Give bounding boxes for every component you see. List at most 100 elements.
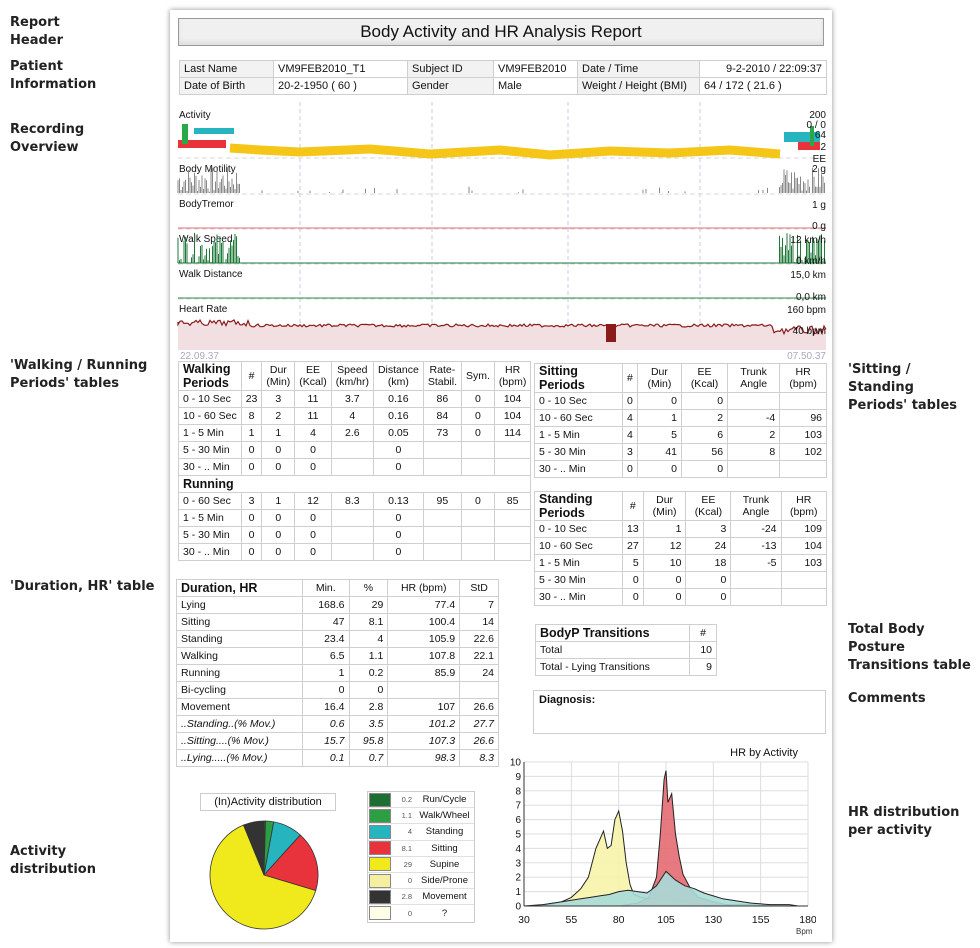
walking-cell: 0.16 bbox=[372, 407, 424, 425]
standing-cell: 18 bbox=[685, 554, 732, 572]
duration-cell: 26.6 bbox=[459, 732, 499, 750]
legend-name: Movement bbox=[422, 891, 467, 903]
walking-cell: 3.7 bbox=[330, 390, 374, 408]
overview-scale-label: 15,0 km bbox=[790, 270, 826, 281]
walking-running-table: Walking Periods # Dur (Min) EE (Kcal) Speed … bbox=[177, 361, 532, 561]
heart-rate-dip bbox=[606, 324, 616, 342]
walking-cell: 8 bbox=[240, 407, 263, 425]
weight-value: 64 / 172 ( 21.6 ) bbox=[699, 77, 827, 95]
duration-cell: 85.9 bbox=[387, 664, 461, 682]
walking-cell bbox=[422, 458, 462, 476]
standing-row: 30 - .. Min 0 0 0 bbox=[534, 588, 828, 606]
running-row-label: 0 - 60 Sec bbox=[178, 492, 242, 510]
running-row: 30 - .. Min 0 0 0 0 bbox=[178, 543, 532, 561]
walking-cell: 0 bbox=[240, 458, 263, 476]
side-label-sitting: 'Sitting / Standing Periods' tables bbox=[848, 362, 957, 413]
legend-value: 2.8 bbox=[401, 892, 412, 902]
duration-row-label: Walking bbox=[176, 647, 303, 665]
standing-cell: 3 bbox=[685, 520, 732, 538]
datetime-value: 9-2-2010 / 22:09:37 bbox=[699, 60, 827, 78]
sitting-cell bbox=[727, 392, 781, 410]
sitting-cell: 0 bbox=[681, 392, 729, 410]
walking-cell: 4 bbox=[294, 424, 332, 442]
running-title: Running bbox=[177, 475, 532, 493]
duration-hr-table: Duration, HR Min.% HR (bpm) StD Lying 168.6 29… bbox=[176, 579, 499, 767]
transitions-cell: 10 bbox=[689, 641, 717, 659]
standing-col-header: # bbox=[622, 491, 644, 521]
duration-row-label: ..Sitting....(% Mov.) bbox=[176, 732, 303, 750]
sitting-cell: 0 bbox=[681, 460, 729, 478]
dob-label: Date of Birth bbox=[179, 77, 274, 95]
walking-col-header: # bbox=[240, 361, 263, 391]
duration-col-header: StD bbox=[459, 579, 499, 597]
sitting-row: 5 - 30 Min 3 41 56 8 102 bbox=[534, 443, 827, 461]
running-cell bbox=[460, 543, 495, 561]
legend-name: Run/Cycle bbox=[422, 794, 467, 806]
legend-value: 0 bbox=[407, 876, 412, 886]
running-row: 5 - 30 Min 0 0 0 0 bbox=[178, 526, 532, 544]
duration-row-label: Standing bbox=[176, 630, 303, 648]
walking-row: 1 - 5 Min 1 1 4 2.6 0.05 73 0 114 bbox=[178, 424, 532, 442]
sitting-cell: 5 bbox=[636, 426, 683, 444]
running-cell bbox=[493, 526, 532, 544]
duration-movement-row: ..Lying.....(% Mov.) 0.1 0.7 98.3 8.3 bbox=[176, 749, 499, 767]
walking-title: Walking Periods bbox=[178, 361, 242, 391]
duration-cell: 7 bbox=[459, 596, 499, 614]
side-label-report-header: Report Header bbox=[10, 15, 64, 48]
datetime-label: Date / Time bbox=[577, 60, 700, 78]
running-cell: 3 bbox=[240, 492, 263, 510]
legend-name: Standing bbox=[425, 826, 464, 838]
transitions-table: BodyP Transitions # Total 10 Total - Lying T… bbox=[534, 624, 717, 676]
walking-cell: 11 bbox=[294, 390, 332, 408]
sitting-cell: 96 bbox=[779, 409, 827, 427]
duration-cell: 3.5 bbox=[348, 715, 389, 733]
walking-cell: 0 bbox=[261, 441, 296, 459]
legend-value: 0 bbox=[407, 908, 412, 918]
running-row-label: 5 - 30 Min bbox=[178, 526, 242, 544]
duration-cell: 6.5 bbox=[302, 647, 350, 665]
running-cell: 0 bbox=[372, 526, 424, 544]
overview-scale-label: 40 bpm bbox=[793, 326, 826, 337]
walking-cell: 2.6 bbox=[330, 424, 374, 442]
hr-chart-xtick: 180 bbox=[799, 914, 816, 926]
side-label-hr-dist: HR distribution per activity bbox=[848, 805, 960, 838]
overview-scale-label: 0 km/h bbox=[796, 256, 826, 267]
walking-cell: 1 bbox=[261, 424, 296, 442]
sitting-cell: 41 bbox=[636, 443, 683, 461]
transitions-row-label: Total - Lying Transitions bbox=[534, 658, 691, 676]
walking-cell: 0 bbox=[460, 390, 495, 408]
walk-speed-label: Walk Speed bbox=[179, 234, 233, 245]
diagnosis-box[interactable]: Diagnosis: bbox=[533, 690, 826, 734]
legend-item: 4 Standing bbox=[368, 824, 474, 841]
standing-cell: -24 bbox=[730, 520, 782, 538]
overview-scale-label: 2 g bbox=[812, 164, 826, 175]
walking-row: 5 - 30 Min 0 0 0 0 bbox=[178, 441, 532, 459]
legend-value: 0.2 bbox=[401, 795, 412, 805]
walking-cell: 73 bbox=[422, 424, 462, 442]
duration-row: Movement 16.4 2.8 107 26.6 bbox=[176, 698, 499, 716]
running-cell: 85 bbox=[493, 492, 532, 510]
duration-cell: 23.4 bbox=[302, 630, 350, 648]
running-row-label: 1 - 5 Min bbox=[178, 509, 242, 527]
walking-cell: 114 bbox=[493, 424, 532, 442]
running-cell: 8.3 bbox=[330, 492, 374, 510]
activity-label: Activity bbox=[179, 110, 211, 121]
standing-cell: 12 bbox=[642, 537, 687, 555]
running-cell: 95 bbox=[422, 492, 462, 510]
sitting-cell: 56 bbox=[681, 443, 729, 461]
sitting-cell: -4 bbox=[727, 409, 781, 427]
sitting-cell: 0 bbox=[636, 392, 683, 410]
duration-row: Bi-cycling 0 0 bbox=[176, 681, 499, 699]
report-page: Body Activity and HR Analysis Report Las… bbox=[170, 10, 832, 942]
legend-swatch bbox=[369, 841, 391, 856]
duration-cell: 24 bbox=[459, 664, 499, 682]
running-row: 1 - 5 Min 0 0 0 0 bbox=[178, 509, 532, 527]
running-cell: 0 bbox=[372, 543, 424, 561]
standing-cell: 24 bbox=[685, 537, 732, 555]
running-cell bbox=[493, 543, 532, 561]
running-row-label: 30 - .. Min bbox=[178, 543, 242, 561]
hr-chart-ytick: 4 bbox=[515, 844, 521, 855]
legend-swatch bbox=[369, 889, 391, 904]
walking-cell bbox=[493, 441, 532, 459]
sitting-cell: 103 bbox=[779, 426, 827, 444]
